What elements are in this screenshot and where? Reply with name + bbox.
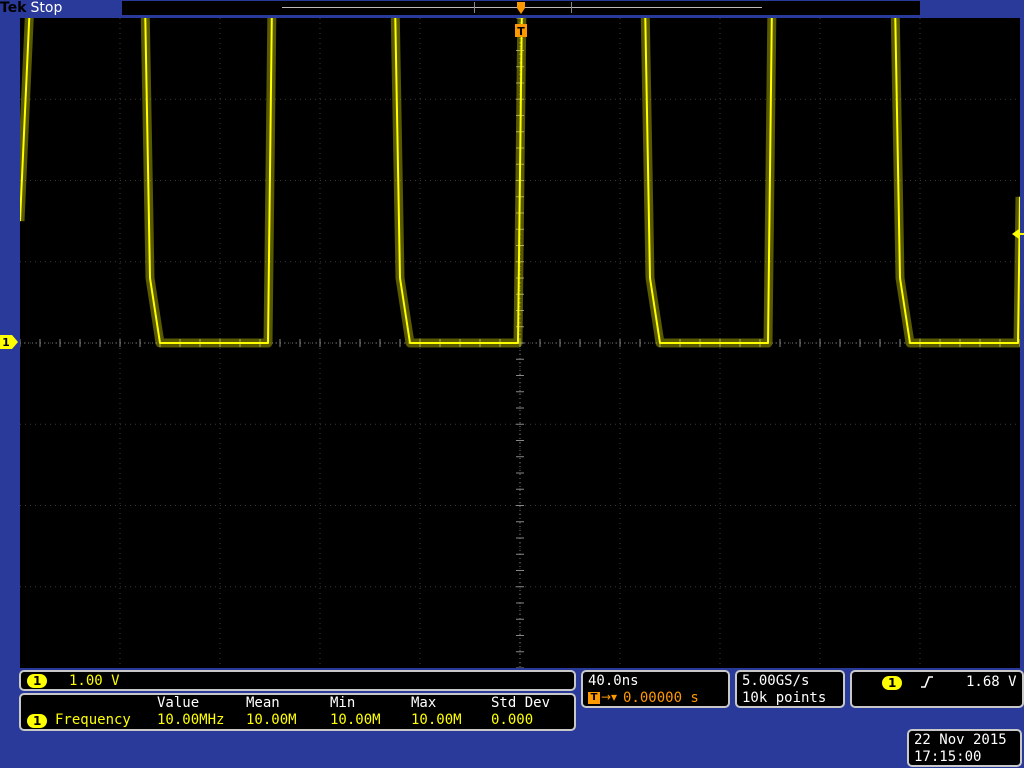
channel1-scale: 1.00 V xyxy=(69,673,120,689)
timebase-scale: 40.0ns xyxy=(588,673,639,689)
channel1-ground-icon[interactable]: 1 xyxy=(0,334,18,350)
waveform-display[interactable] xyxy=(20,18,1020,668)
waveform-trace xyxy=(20,18,1020,348)
datetime-panel: 22 Nov 2015 17:15:00 xyxy=(907,729,1022,767)
meas-value: 10.00MHz xyxy=(157,712,225,728)
meas-max: 10.00M xyxy=(411,712,462,728)
meas-col-value: Value xyxy=(157,695,200,711)
meas-stddev: 0.000 xyxy=(491,712,534,728)
trigger-position-value: 0.00000 s xyxy=(623,690,699,706)
channel1-badge: 1 xyxy=(27,674,48,688)
meas-mean: 10.00M xyxy=(246,712,297,728)
channel-scale-panel[interactable]: 1 1.00 V xyxy=(19,670,576,691)
acquisition-panel[interactable]: 5.00GS/s 10k points xyxy=(735,670,845,708)
timebase-panel[interactable]: 40.0ns T →▾ 0.00000 s xyxy=(581,670,730,708)
brand-label: Tek Stop xyxy=(0,0,62,17)
measurement-panel[interactable]: Value Mean Min Max Std Dev 1 Frequency 1… xyxy=(19,693,576,731)
meas-min: 10.00M xyxy=(330,712,381,728)
meas-source-badge: 1 xyxy=(27,714,48,728)
rising-edge-icon xyxy=(921,676,933,688)
sample-rate: 5.00GS/s xyxy=(742,673,810,689)
trigger-position-label-icon: T xyxy=(588,692,600,704)
arrow-icon: →▾ xyxy=(601,690,618,704)
meas-col-stddev: Std Dev xyxy=(491,695,551,711)
record-length: 10k points xyxy=(742,690,827,706)
trigger-level: 1.68 V xyxy=(966,674,1017,690)
meas-col-mean: Mean xyxy=(246,695,280,711)
meas-col-max: Max xyxy=(411,695,437,711)
brand-text: Tek xyxy=(0,0,27,16)
meas-col-min: Min xyxy=(330,695,356,711)
trigger-level-icon[interactable] xyxy=(1010,227,1024,241)
trigger-position-icon[interactable]: T xyxy=(512,0,530,40)
time: 17:15:00 xyxy=(914,749,982,765)
trigger-marker-text: T xyxy=(517,25,525,38)
run-state: Stop xyxy=(30,0,63,16)
date: 22 Nov 2015 xyxy=(914,732,1007,748)
trigger-source-badge: 1 xyxy=(882,676,903,690)
trigger-panel[interactable]: 1 1.68 V xyxy=(850,670,1024,708)
channel1-marker-text: 1 xyxy=(2,336,10,349)
meas-name: Frequency xyxy=(55,712,131,728)
